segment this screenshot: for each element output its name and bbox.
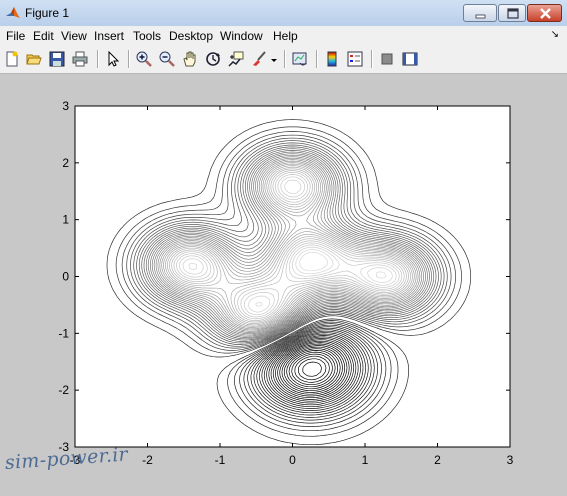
toolbar-separator	[128, 50, 130, 68]
close-icon	[540, 8, 551, 19]
y-tick-label: -1	[58, 326, 69, 340]
toolbar-separator	[97, 50, 99, 68]
matlab-logo-icon	[5, 5, 21, 21]
new-figure-icon[interactable]	[2, 49, 22, 69]
y-tick-label: 2	[62, 156, 69, 170]
window-title: Figure 1	[25, 6, 70, 20]
y-tick-label: 3	[62, 99, 69, 113]
x-tick-label: 0	[289, 453, 296, 467]
dock-arrow-icon[interactable]: ↘	[551, 29, 559, 40]
zoom-out-icon[interactable]	[157, 49, 177, 69]
insert-colorbar-icon[interactable]	[322, 49, 342, 69]
minimize-icon	[475, 14, 486, 19]
menu-tools[interactable]: Tools	[133, 29, 161, 43]
zoom-in-icon[interactable]	[134, 49, 154, 69]
figure-window: Figure 1 File Edit View Insert Tools Des…	[0, 0, 567, 496]
data-cursor-icon[interactable]	[226, 49, 246, 69]
menu-insert[interactable]: Insert	[94, 29, 124, 43]
rotate-3d-icon[interactable]	[203, 49, 223, 69]
hide-plot-tools-icon[interactable]	[377, 49, 397, 69]
menu-help[interactable]: Help	[273, 29, 298, 43]
menu-file[interactable]: File	[6, 29, 25, 43]
link-plot-icon[interactable]	[290, 49, 310, 69]
figure-canvas: -3 -2 -1 0 1 2 3 -3-2-10123	[58, 99, 514, 467]
menu-edit[interactable]: Edit	[33, 29, 54, 43]
toolbar-separator	[371, 50, 373, 68]
print-icon[interactable]	[70, 49, 90, 69]
x-tick-label: -2	[142, 453, 153, 467]
insert-legend-icon[interactable]	[345, 49, 365, 69]
y-tick-label: 0	[62, 270, 69, 284]
close-button[interactable]	[527, 4, 562, 22]
save-icon[interactable]	[47, 49, 67, 69]
maximize-icon	[507, 8, 519, 19]
figure-toolbar	[0, 46, 567, 74]
minimize-button[interactable]	[463, 4, 497, 22]
menu-view[interactable]: View	[61, 29, 87, 43]
y-tick-label: -2	[58, 383, 69, 397]
menu-desktop[interactable]: Desktop	[169, 29, 213, 43]
x-tick-label: 1	[362, 453, 369, 467]
menu-bar: File Edit View Insert Tools Desktop Wind…	[0, 26, 567, 46]
brush-dropdown-icon[interactable]	[268, 49, 278, 69]
menu-window[interactable]: Window	[220, 29, 263, 43]
edit-plot-arrow-icon[interactable]	[103, 49, 123, 69]
toolbar-separator	[284, 50, 286, 68]
y-tick-label: 1	[62, 213, 69, 227]
pan-hand-icon[interactable]	[180, 49, 200, 69]
show-plot-tools-icon[interactable]	[400, 49, 420, 69]
title-bar[interactable]: Figure 1	[0, 0, 567, 27]
x-tick-label: -1	[215, 453, 226, 467]
x-tick-label: 2	[434, 453, 441, 467]
open-file-icon[interactable]	[24, 49, 44, 69]
brush-icon[interactable]	[249, 49, 269, 69]
maximize-button[interactable]	[498, 4, 526, 22]
toolbar-separator	[316, 50, 318, 68]
x-tick-label: 3	[507, 453, 514, 467]
